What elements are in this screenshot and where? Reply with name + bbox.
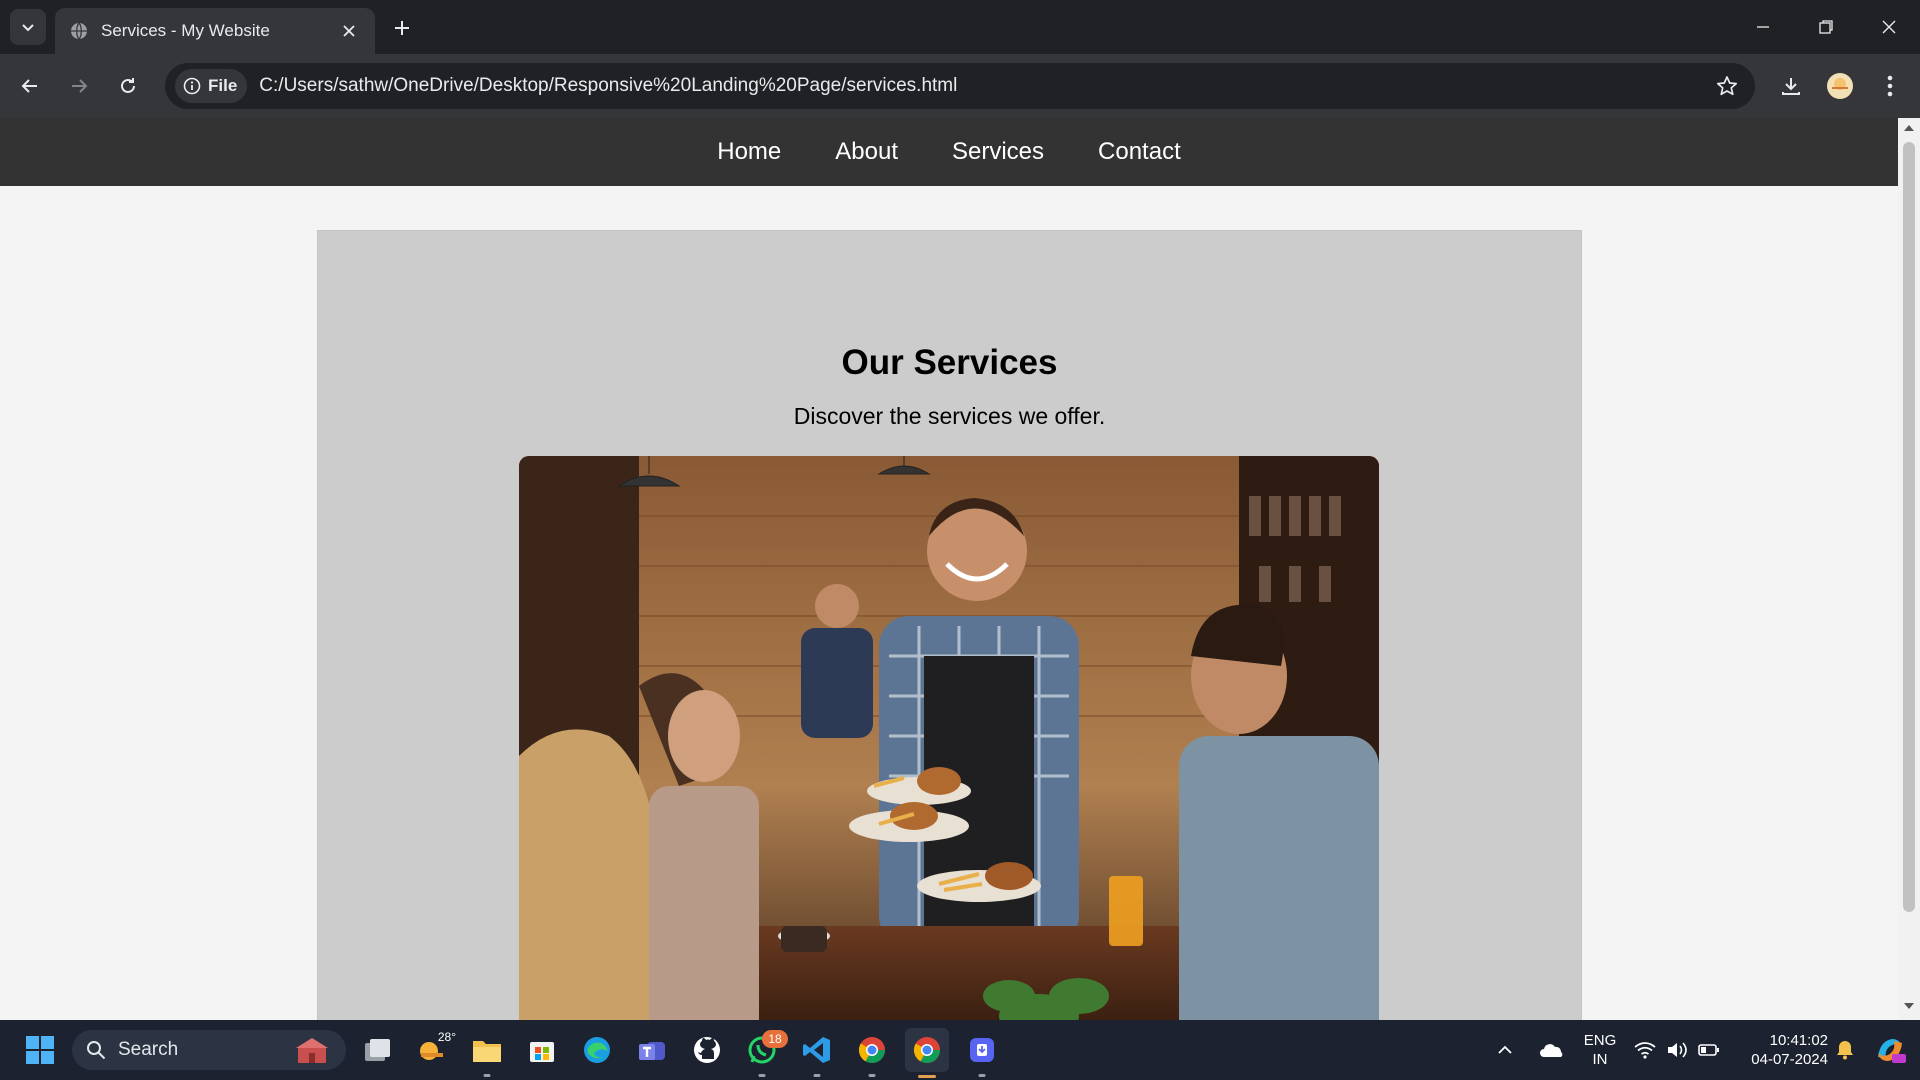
nav-services-link[interactable]: Services (925, 138, 1071, 166)
minimize-icon (1757, 26, 1769, 28)
copilot-button[interactable] (1868, 1028, 1912, 1072)
globe-icon (69, 21, 89, 41)
chrome-icon (858, 1037, 886, 1064)
search-icon (87, 1041, 106, 1060)
app-button[interactable] (960, 1028, 1004, 1077)
teams-icon (639, 1042, 665, 1060)
folder-icon (473, 1041, 501, 1062)
wifi-icon (1634, 1042, 1656, 1059)
vscode-button[interactable] (795, 1028, 839, 1077)
minimize-button[interactable] (1745, 10, 1781, 44)
reload-icon (121, 78, 135, 93)
menu-button[interactable] (1872, 68, 1908, 104)
page-title: Our Services (841, 343, 1058, 382)
chrome-icon (913, 1037, 941, 1064)
nav-home-link[interactable]: Home (690, 138, 808, 166)
site-navbar: Home About Services Contact (0, 118, 1898, 186)
page-subtitle: Discover the services we offer. (793, 403, 1106, 429)
restore-icon (1819, 20, 1833, 34)
nav-about-link[interactable]: About (808, 138, 925, 166)
scroll-down-arrow-icon[interactable] (1903, 1000, 1915, 1012)
chevron-down-icon (22, 24, 34, 32)
task-view-icon (365, 1039, 390, 1061)
downloads-button[interactable] (1773, 68, 1809, 104)
show-hidden-icons-button[interactable] (1490, 1028, 1520, 1072)
quick-settings-button[interactable] (1632, 1028, 1722, 1072)
search-highlight-icon (296, 1038, 328, 1063)
language-code: ENG (1583, 1032, 1617, 1049)
scroll-up-arrow-icon[interactable] (1903, 122, 1915, 134)
reload-button[interactable] (110, 68, 146, 104)
page-viewport: Home About Services Contact Our Services… (0, 118, 1898, 1020)
bell-icon (1837, 1041, 1853, 1060)
restore-button[interactable] (1808, 10, 1844, 44)
copilot-icon (1878, 1039, 1906, 1063)
more-vertical-icon (1887, 75, 1893, 97)
page-scrollbar[interactable] (1898, 118, 1920, 1020)
github-button[interactable] (685, 1028, 729, 1072)
clock[interactable]: 10:41:02 04-07-2024 (1730, 1031, 1828, 1069)
bookmark-star-icon[interactable] (1713, 72, 1741, 100)
store-icon (530, 1042, 554, 1062)
close-tab-icon[interactable] (337, 19, 361, 43)
microsoft-store-button[interactable] (520, 1028, 564, 1072)
volume-icon (1668, 1042, 1687, 1058)
chrome-active-button[interactable] (905, 1028, 949, 1078)
notifications-button[interactable] (1830, 1028, 1860, 1072)
browser-toolbar: File C:/Users/sathw/OneDrive/Desktop/Res… (0, 54, 1920, 118)
tab-title: Services - My Website (101, 21, 270, 40)
chrome-button[interactable] (850, 1028, 894, 1077)
teams-button[interactable] (630, 1028, 674, 1072)
region-code: IN (1592, 1051, 1608, 1068)
weather-widget[interactable]: 28° (410, 1028, 456, 1072)
windows-taskbar: Search 28° 18 ENG IN 10:41:02 04-07-2024 (0, 1020, 1920, 1080)
app-icon (970, 1038, 994, 1062)
whatsapp-badge: 18 (762, 1030, 788, 1048)
hero-image (519, 456, 1379, 1020)
clock-time: 10:41:02 (1769, 1032, 1828, 1049)
services-section: Our Services Discover the services we of… (317, 230, 1582, 1020)
vscode-icon (803, 1037, 830, 1063)
file-explorer-button[interactable] (465, 1028, 509, 1077)
address-bar[interactable]: File C:/Users/sathw/OneDrive/Desktop/Res… (165, 63, 1755, 109)
github-icon (694, 1037, 720, 1063)
edge-button[interactable] (575, 1028, 619, 1072)
avatar (1827, 73, 1853, 99)
clock-date: 04-07-2024 (1751, 1051, 1828, 1068)
start-button[interactable] (18, 1028, 62, 1072)
scrollbar-thumb[interactable] (1903, 142, 1915, 912)
whatsapp-button[interactable]: 18 (740, 1028, 788, 1077)
new-tab-button[interactable] (388, 14, 416, 42)
search-label: Search (118, 1039, 179, 1060)
active-tab[interactable]: Services - My Website (55, 8, 375, 54)
tab-strip: Services - My Website (0, 0, 1920, 54)
nav-contact-link[interactable]: Contact (1071, 138, 1208, 166)
battery-icon (1698, 1044, 1719, 1056)
arrow-right-icon (72, 79, 88, 93)
onedrive-icon[interactable] (1535, 1028, 1569, 1072)
taskbar-search[interactable]: Search (72, 1030, 346, 1070)
info-icon (183, 77, 201, 95)
plus-icon (395, 21, 409, 35)
weather-temp: 28° (437, 1030, 456, 1044)
file-chip-label: File (208, 76, 238, 95)
profile-button[interactable] (1822, 68, 1858, 104)
edge-icon (584, 1037, 610, 1063)
forward-button[interactable] (61, 68, 97, 104)
site-info-chip[interactable]: File (175, 69, 248, 103)
chevron-up-icon (1498, 1045, 1512, 1054)
url-text[interactable]: C:/Users/sathw/OneDrive/Desktop/Responsi… (259, 75, 957, 97)
close-icon (1882, 20, 1896, 34)
tab-search-button[interactable] (10, 9, 46, 45)
arrow-left-icon (21, 79, 37, 93)
language-indicator[interactable]: ENG IN (1578, 1031, 1622, 1069)
close-window-button[interactable] (1871, 10, 1907, 44)
back-button[interactable] (12, 68, 48, 104)
windows-logo-icon (26, 1036, 54, 1064)
download-icon (1782, 78, 1800, 95)
task-view-button[interactable] (355, 1028, 399, 1072)
